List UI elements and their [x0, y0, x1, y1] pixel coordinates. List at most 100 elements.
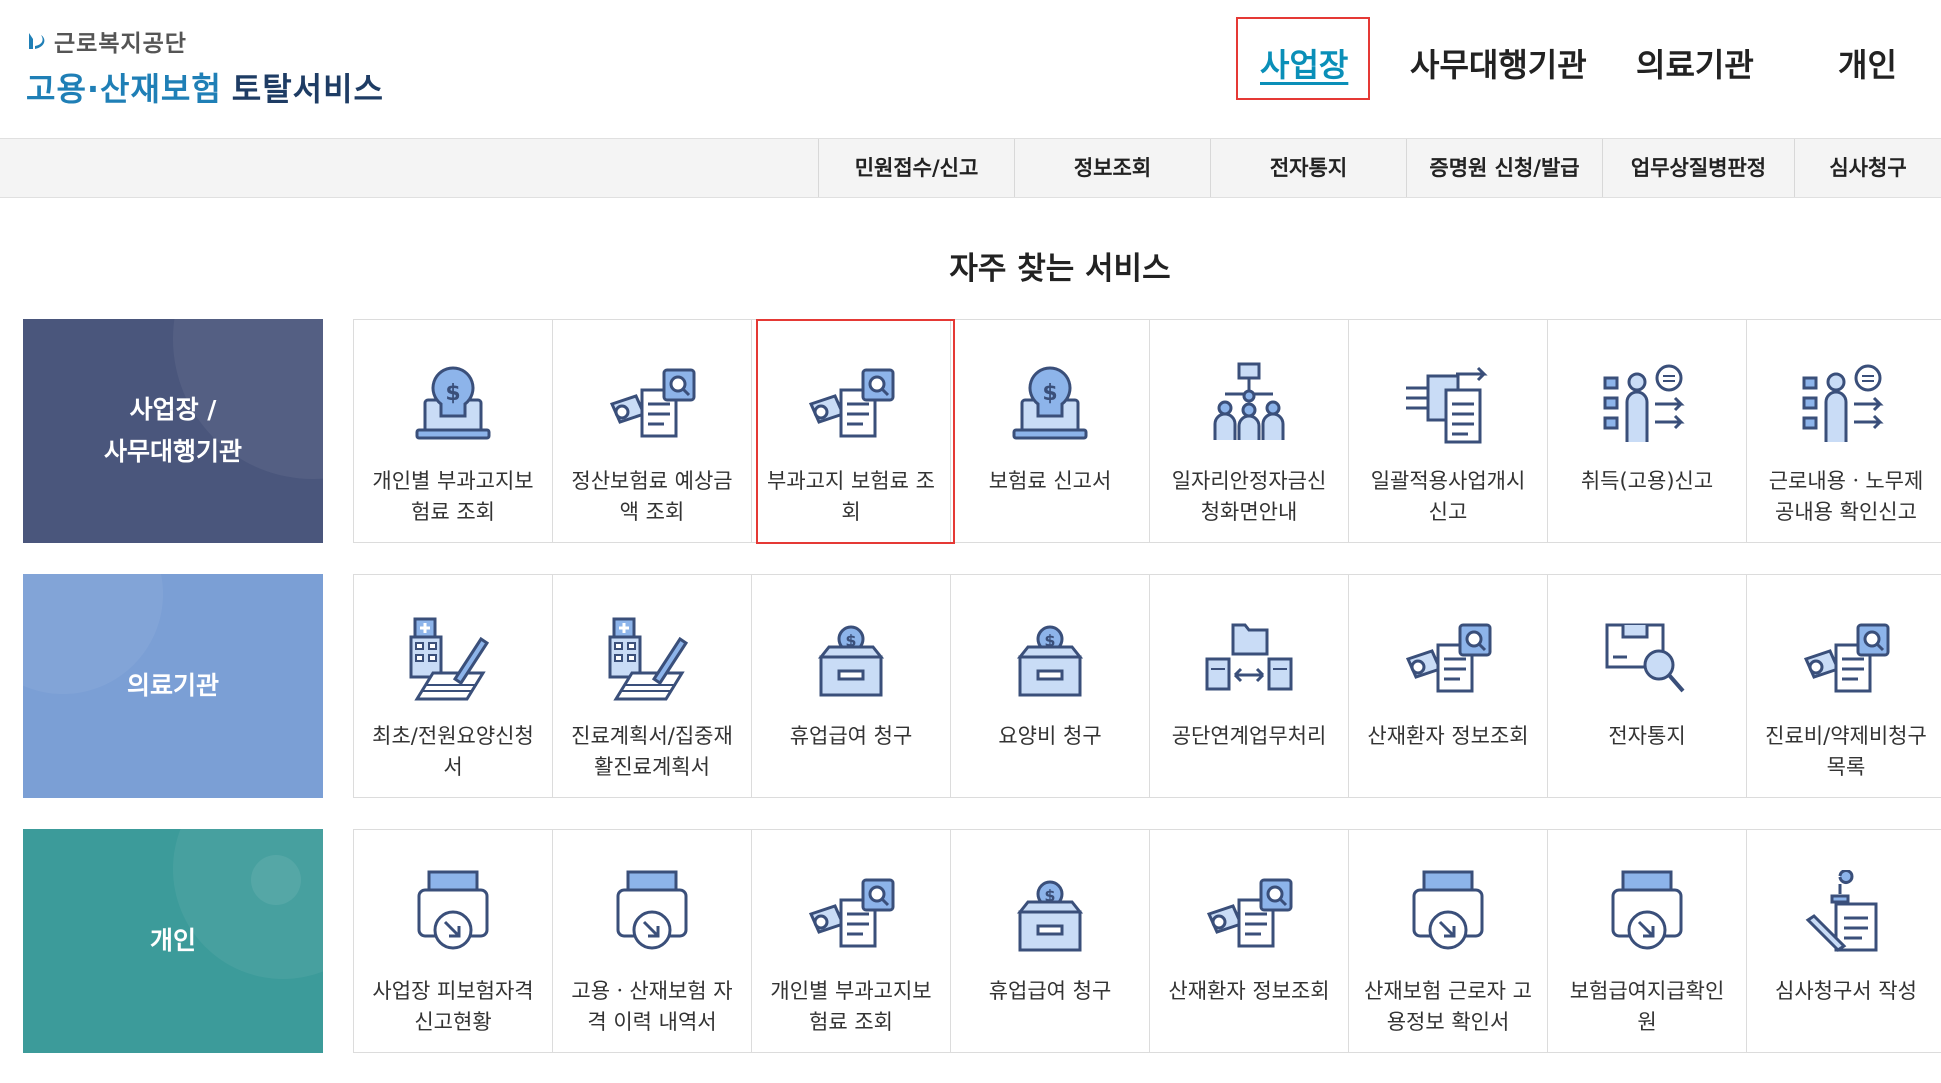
service-tile[interactable]: 전자통지	[1547, 575, 1746, 797]
coin-box-icon	[1000, 615, 1100, 705]
service-tile-label-line2: 청화면안내	[1200, 500, 1298, 524]
service-tile-label: 보험급여지급확인 원	[1556, 976, 1738, 1038]
person-checklist-icon	[1796, 360, 1896, 450]
document-search-icon	[1199, 870, 1299, 960]
service-tile[interactable]: 정산보험료 예상금 액 조회	[552, 320, 751, 542]
service-tile-label: 공단연계업무처리	[1158, 721, 1340, 752]
category-label-line2: 사무대행기관	[103, 437, 242, 466]
service-tile-label-line1: 보험료 신고서	[988, 469, 1112, 493]
category-business: 사업장 / 사무대행기관	[23, 319, 323, 543]
money-bulb-laptop-icon	[1000, 360, 1100, 450]
sub-nav-item-certificate[interactable]: 증명원 신청/발급	[1406, 139, 1602, 197]
service-tile-label: 전자통지	[1556, 721, 1738, 752]
service-tile[interactable]: 진료비/약제비청구목록	[1746, 575, 1941, 797]
top-nav-item-personal[interactable]: 개인	[1838, 40, 1897, 86]
service-tile[interactable]: 최초/전원요양신청서	[353, 575, 552, 797]
service-tile-label-line2: 신고	[1428, 500, 1468, 524]
service-tile[interactable]: 고용ㆍ산재보험 자격 이력 내역서	[552, 830, 751, 1052]
service-tile[interactable]: 공단연계업무처리	[1149, 575, 1348, 797]
service-tile-label-line1: 사업장 피보험자격	[372, 979, 534, 1003]
service-tile-label-line1: 심사청구서 작성	[1775, 979, 1917, 1003]
service-tile-label: 최초/전원요양신청서	[362, 721, 544, 783]
org-chart-people-icon	[1199, 360, 1299, 450]
category-personal: 개인	[23, 829, 323, 1053]
site-logo[interactable]: 근로복지공단 고용·산재보험 토탈서비스	[26, 24, 384, 110]
document-search-icon	[1398, 615, 1498, 705]
logo-org: 근로복지공단	[26, 24, 384, 58]
service-tile-label: 정산보험료 예상금 액 조회	[561, 466, 743, 528]
printer-download-icon	[403, 870, 503, 960]
service-tile[interactable]: 사업장 피보험자격신고현황	[353, 830, 552, 1052]
document-search-icon	[602, 360, 702, 450]
category-label-line1: 의료기관	[126, 671, 219, 700]
org-mark-icon	[29, 33, 45, 49]
logo-title-b: 토탈서비스	[231, 70, 384, 108]
documents-transfer-icon	[1398, 360, 1498, 450]
service-grid-personal: 사업장 피보험자격 신고현황 고용ㆍ산재보험 자격 이력 내역서 개인별 부과고지보 험…	[353, 829, 1941, 1053]
coin-box-icon	[801, 615, 901, 705]
service-tile-label-line2: 목록	[1826, 755, 1866, 779]
service-tile-label-line1: 고용ㆍ산재보험 자	[571, 979, 733, 1003]
service-tile-label-line1: 최초/전원요양신청	[372, 724, 534, 748]
document-stamp-icon	[1796, 870, 1896, 960]
service-tile-label-line2: 격 이력 내역서	[587, 1010, 717, 1034]
service-tile-label: 사업장 피보험자격신고현황	[362, 976, 544, 1038]
notice-magnifier-icon	[1597, 615, 1697, 705]
service-tile-label-line1: 일괄적용사업개시	[1370, 469, 1526, 493]
service-tile-label: 보험료 신고서	[959, 466, 1141, 497]
service-tile[interactable]: 산재보험 근로자 고 용정보 확인서	[1348, 830, 1547, 1052]
service-tile[interactable]: 휴업급여 청구	[751, 575, 950, 797]
service-tile[interactable]: 일자리안정자금신청화면안내	[1149, 320, 1348, 542]
service-tile-label-line2: 험료 조회	[411, 500, 495, 524]
category-label-line1: 개인	[149, 926, 196, 955]
printer-download-icon	[1597, 870, 1697, 960]
service-tile-label-line1: 정산보험료 예상금	[571, 469, 733, 493]
sub-nav-item-appeal[interactable]: 심사청구	[1794, 139, 1941, 197]
service-tile-label: 산재보험 근로자 고 용정보 확인서	[1357, 976, 1539, 1038]
sub-nav: 민원접수/신고 정보조회 전자통지 증명원 신청/발급 업무상질병판정 심사청구	[0, 138, 1941, 198]
sub-nav-item-info[interactable]: 정보조회	[1014, 139, 1210, 197]
service-tile[interactable]: 진료계획서/집중재 활진료계획서	[552, 575, 751, 797]
service-tile[interactable]: 취득(고용)신고	[1547, 320, 1746, 542]
category-medical: 의료기관	[23, 574, 323, 798]
service-tile-label: 개인별 부과고지보 험료 조회	[362, 466, 544, 528]
logo-title-a: 고용·산재보험	[26, 70, 222, 108]
service-tile-label: 진료계획서/집중재 활진료계획서	[561, 721, 743, 783]
hospital-pen-icon	[403, 615, 503, 705]
sub-nav-item-e-notice[interactable]: 전자통지	[1210, 139, 1406, 197]
service-tile[interactable]: 심사청구서 작성	[1746, 830, 1941, 1052]
service-tile-label: 일괄적용사업개시신고	[1357, 466, 1539, 528]
service-tile-label: 휴업급여 청구	[760, 721, 942, 752]
service-tile-label-line1: 일자리안정자금신	[1171, 469, 1327, 493]
section-title: 자주 찾는 서비스	[949, 251, 1171, 287]
service-tile[interactable]: 휴업급여 청구	[950, 830, 1149, 1052]
printer-download-icon	[602, 870, 702, 960]
service-tile-label-line2: 용정보 확인서	[1386, 1010, 1510, 1034]
service-tile-label-line2: 신고현황	[414, 1010, 492, 1034]
service-tile-label-line1: 산재환자 정보조회	[1168, 979, 1330, 1003]
top-nav-item-medical[interactable]: 의료기관	[1636, 40, 1754, 86]
service-tile-label-line1: 산재환자 정보조회	[1367, 724, 1529, 748]
service-tile-label-line1: 진료비/약제비청구	[1765, 724, 1927, 748]
service-tile-label: 취득(고용)신고	[1556, 466, 1738, 497]
sub-nav-item-application[interactable]: 민원접수/신고	[818, 139, 1014, 197]
service-tile[interactable]: 산재환자 정보조회	[1348, 575, 1547, 797]
service-tile[interactable]: 개인별 부과고지보 험료 조회	[751, 830, 950, 1052]
service-tile[interactable]: 근로내용ㆍ노무제 공내용 확인신고	[1746, 320, 1941, 542]
service-tile-label: 고용ㆍ산재보험 자격 이력 내역서	[561, 976, 743, 1038]
service-tile-label-line2: 서	[443, 755, 463, 779]
service-tile[interactable]: 보험료 신고서	[950, 320, 1149, 542]
service-tile[interactable]: 산재환자 정보조회	[1149, 830, 1348, 1052]
service-tile[interactable]: 일괄적용사업개시신고	[1348, 320, 1547, 542]
selected-service-highlight	[756, 319, 955, 544]
service-grid-medical: 최초/전원요양신청서 진료계획서/집중재 활진료계획서 휴업급여 청구 요양비 청구 공단…	[353, 574, 1941, 798]
service-tile[interactable]: 개인별 부과고지보 험료 조회	[353, 320, 552, 542]
service-tile[interactable]: 요양비 청구	[950, 575, 1149, 797]
sub-nav-item-disease[interactable]: 업무상질병판정	[1602, 139, 1794, 197]
document-search-icon	[801, 870, 901, 960]
top-nav-item-agency[interactable]: 사무대행기관	[1410, 40, 1587, 86]
category-label: 개인	[150, 920, 196, 962]
service-tile[interactable]: 보험급여지급확인 원	[1547, 830, 1746, 1052]
coin-box-icon	[1000, 870, 1100, 960]
service-tile-label-line1: 근로내용ㆍ노무제	[1768, 469, 1924, 493]
